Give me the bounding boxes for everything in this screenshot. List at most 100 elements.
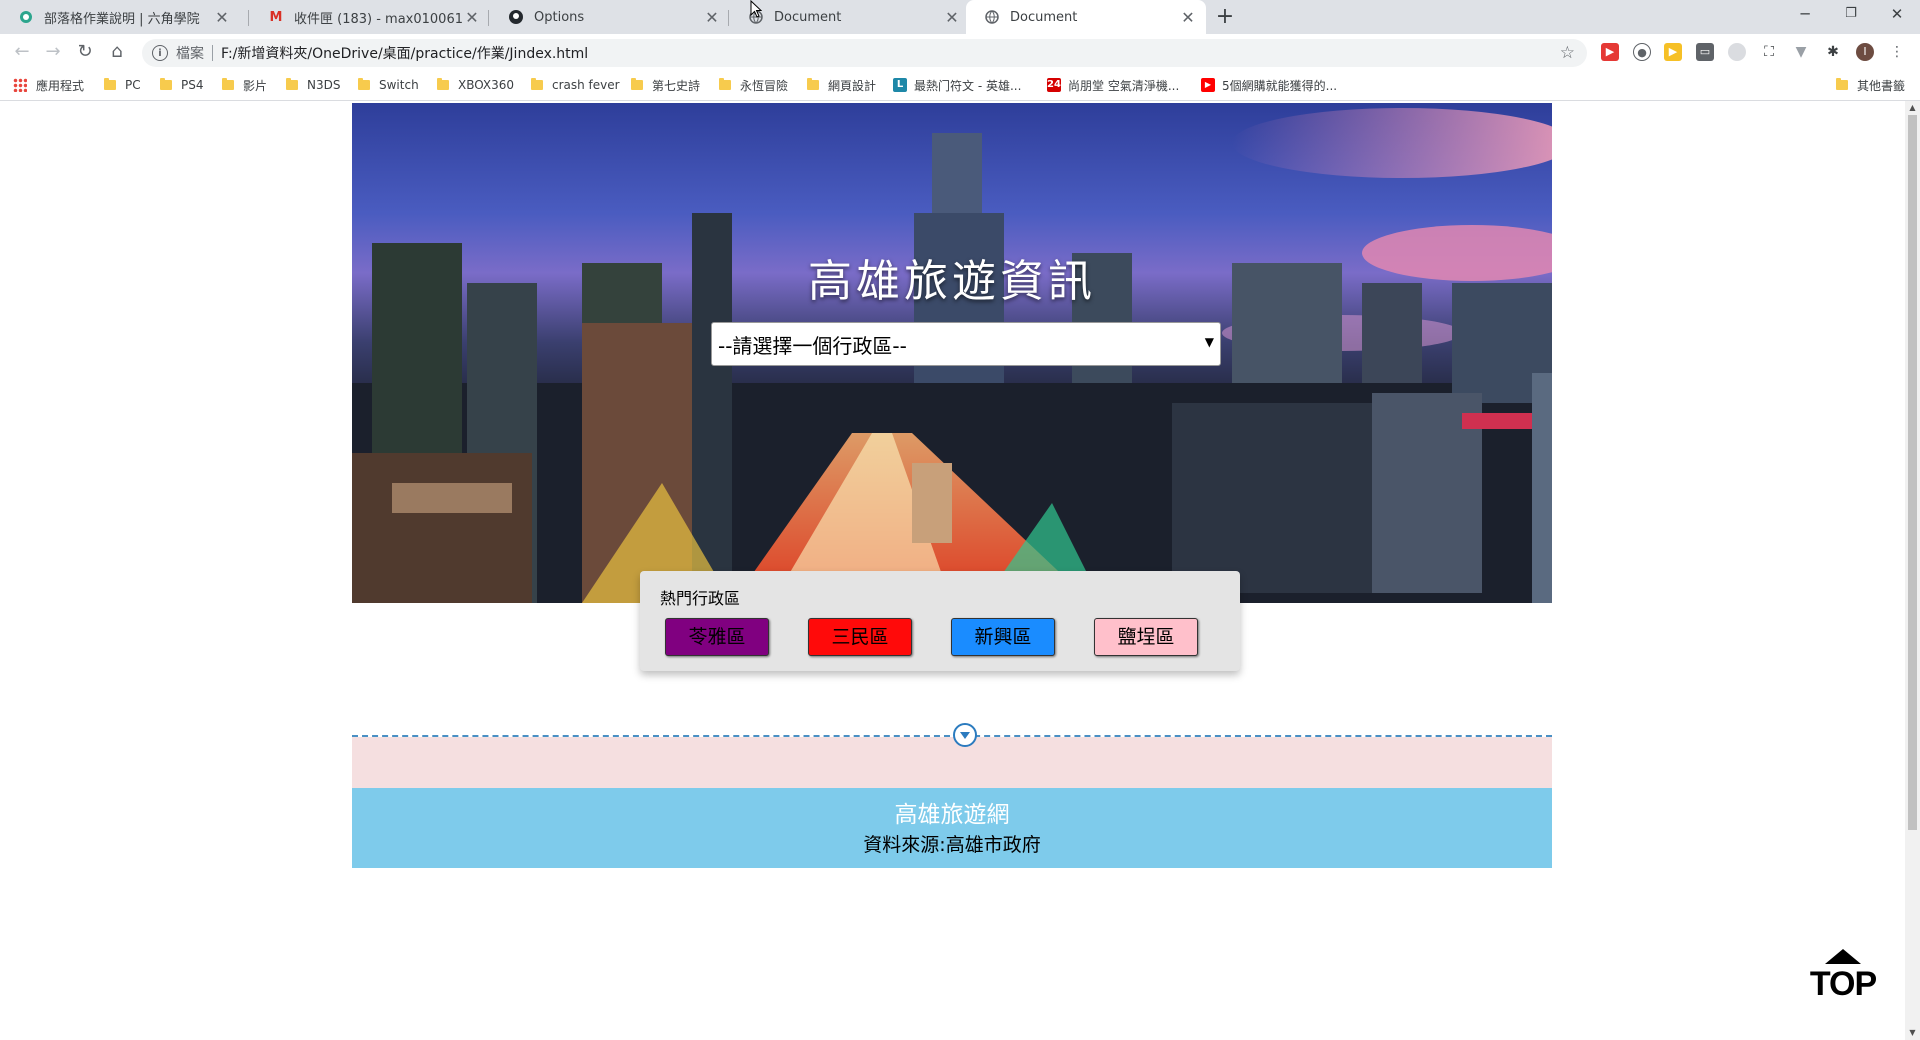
url-text[interactable]: F:/新增資料夾/OneDrive/桌面/practice/作業/Jindex.…: [221, 43, 588, 63]
filter-icon[interactable]: ▼: [1792, 43, 1810, 61]
bookmark-youtube[interactable]: ▶ 5個網購就能獲得的...: [1201, 76, 1337, 94]
folder-icon: [631, 78, 643, 90]
district-button-xinxing[interactable]: 新興區: [951, 618, 1055, 656]
folder-icon: [358, 78, 370, 90]
tab-strip: 部落格作業說明 | 六角學院 ✕ M 收件匣 (183) - max010061…: [0, 0, 1920, 34]
results-area: [352, 737, 1552, 788]
bookmark-label: 5個網購就能獲得的...: [1222, 78, 1338, 93]
extension-grey-icon[interactable]: ▭: [1696, 43, 1714, 61]
bookmark-label: 影片: [243, 78, 268, 93]
bookmark-n3ds[interactable]: N3DS: [286, 76, 340, 94]
scroll-down-icon[interactable]: [953, 723, 977, 747]
scheme-label: 檔案: [176, 46, 204, 62]
footer-source: 資料來源:高雄市政府: [863, 834, 1041, 856]
district-button-sanmin[interactable]: 三民區: [808, 618, 912, 656]
bookmark-pc[interactable]: PC: [104, 76, 141, 94]
extension-red-icon[interactable]: ▶: [1601, 43, 1619, 61]
bookmark-epic-seven[interactable]: 第七史詩: [631, 76, 700, 94]
menu-dots-icon[interactable]: ⋮: [1888, 43, 1906, 61]
popular-districts-title: 熱門行政區: [660, 589, 741, 608]
close-icon[interactable]: ✕: [462, 8, 482, 27]
bookmark-xbox360[interactable]: XBOX360: [437, 76, 514, 94]
top-label: TOP: [1809, 965, 1877, 1003]
address-bar[interactable]: i 檔案 F:/新增資料夾/OneDrive/桌面/practice/作業/Ji…: [142, 39, 1587, 67]
tab-title: 部落格作業說明 | 六角學院: [44, 11, 200, 27]
tab-document-active[interactable]: Document ✕: [966, 0, 1206, 34]
bookmark-air-purifier[interactable]: 24 尚朋堂 空氣清淨機...: [1047, 76, 1179, 94]
info-icon[interactable]: i: [152, 45, 168, 61]
back-to-top-button[interactable]: TOP: [1808, 949, 1878, 1005]
bookmark-label: 網頁設計: [828, 78, 877, 93]
back-arrow-icon[interactable]: ←: [10, 40, 34, 64]
bookmark-label: PS4: [181, 78, 204, 92]
scrollbar-thumb[interactable]: [1908, 115, 1917, 830]
bookmark-label: 最熱门符文 - 英雄...: [914, 78, 1022, 93]
extension-yellow-icon[interactable]: ▶: [1664, 43, 1682, 61]
bookmark-label: 尚朋堂 空氣清淨機...: [1068, 78, 1180, 93]
bookmarks-bar: 應用程式 PC PS4 影片 N3DS Switch XBOX360 crash…: [0, 70, 1920, 101]
tab-title: Document: [774, 9, 842, 25]
folder-icon: [160, 78, 172, 90]
folder-icon: [531, 78, 543, 90]
window-close-button[interactable]: ✕: [1874, 0, 1920, 30]
bookmark-runes[interactable]: L 最熱门符文 - 英雄...: [893, 76, 1021, 94]
omnibox-separator: [212, 45, 213, 61]
district-button-lingya[interactable]: 苓雅區: [665, 618, 769, 656]
folder-icon: [437, 78, 449, 90]
bookmark-label: Switch: [379, 78, 419, 92]
forward-arrow-icon[interactable]: →: [41, 40, 65, 64]
hero-banner: 高雄旅遊資訊 --請選擇一個行政區-- ▼: [352, 103, 1552, 603]
scroll-up-arrow-icon[interactable]: ▲: [1905, 101, 1920, 115]
bookmark-crash-fever[interactable]: crash fever: [531, 76, 620, 94]
bookmark-eternal-adventure[interactable]: 永恆冒險: [719, 76, 788, 94]
bookmark-video[interactable]: 影片: [222, 76, 267, 94]
extension-circle-icon[interactable]: [1728, 43, 1746, 61]
tab-separator: [248, 10, 249, 26]
minimize-button[interactable]: ─: [1782, 0, 1828, 30]
bookmark-star-icon[interactable]: ☆: [1560, 43, 1575, 63]
tab-title: 收件匣 (183) - max0100618@g: [294, 11, 462, 27]
bookmark-label: 第七史詩: [652, 78, 701, 93]
district-button-yancheng[interactable]: 鹽埕區: [1094, 618, 1198, 656]
close-icon[interactable]: ✕: [212, 8, 232, 27]
home-icon[interactable]: ⌂: [105, 40, 129, 64]
extension-search-icon[interactable]: ●: [1633, 43, 1651, 61]
tab-separator: [728, 10, 729, 26]
select-placeholder: --請選擇一個行政區--: [718, 333, 907, 358]
hexschool-icon: [18, 9, 34, 25]
24h-site-icon: 24: [1047, 78, 1061, 92]
close-icon[interactable]: ✕: [702, 8, 722, 27]
page-scrollbar[interactable]: ▲ ▼: [1905, 101, 1920, 1040]
other-bookmarks[interactable]: 其他書籤: [1836, 76, 1905, 94]
close-icon[interactable]: ✕: [1178, 8, 1198, 27]
popular-districts-panel: 熱門行政區 苓雅區 三民區 新興區 鹽埕區: [640, 571, 1240, 671]
district-select[interactable]: --請選擇一個行政區-- ▼: [711, 322, 1221, 366]
l-site-icon: L: [893, 78, 907, 92]
arrow-up-icon: [1825, 949, 1861, 964]
reload-icon[interactable]: ↻: [73, 40, 97, 64]
close-icon[interactable]: ✕: [942, 8, 962, 27]
tab-gmail[interactable]: M 收件匣 (183) - max0100618@g ✕: [250, 0, 490, 34]
tab-title: Options: [534, 9, 585, 25]
restore-button[interactable]: ❐: [1828, 0, 1874, 30]
new-tab-button[interactable]: +: [1212, 4, 1238, 30]
bookmark-web-design[interactable]: 網頁設計: [807, 76, 876, 94]
folder-icon: [1836, 78, 1848, 90]
screenshot-icon[interactable]: ⛶: [1760, 43, 1778, 61]
gmail-icon: M: [269, 9, 283, 25]
tab-hexschool[interactable]: 部落格作業說明 | 六角學院 ✕: [0, 0, 240, 34]
hero-title: 高雄旅遊資訊: [808, 256, 1096, 307]
tab-separator: [488, 10, 489, 26]
bookmark-apps[interactable]: 應用程式: [13, 76, 84, 94]
site-footer: 高雄旅遊網 資料來源:高雄市政府: [352, 788, 1552, 868]
folder-icon: [719, 78, 731, 90]
folder-icon: [286, 78, 298, 90]
tab-document[interactable]: Document ✕: [730, 0, 970, 34]
scroll-down-arrow-icon[interactable]: ▼: [1905, 1026, 1920, 1040]
bookmark-ps4[interactable]: PS4: [160, 76, 204, 94]
extensions-puzzle-icon[interactable]: ✱: [1824, 43, 1842, 61]
bookmark-label: 應用程式: [36, 78, 85, 93]
tab-options[interactable]: Options ✕: [490, 0, 730, 34]
profile-avatar[interactable]: I: [1856, 43, 1874, 61]
bookmark-switch[interactable]: Switch: [358, 76, 419, 94]
